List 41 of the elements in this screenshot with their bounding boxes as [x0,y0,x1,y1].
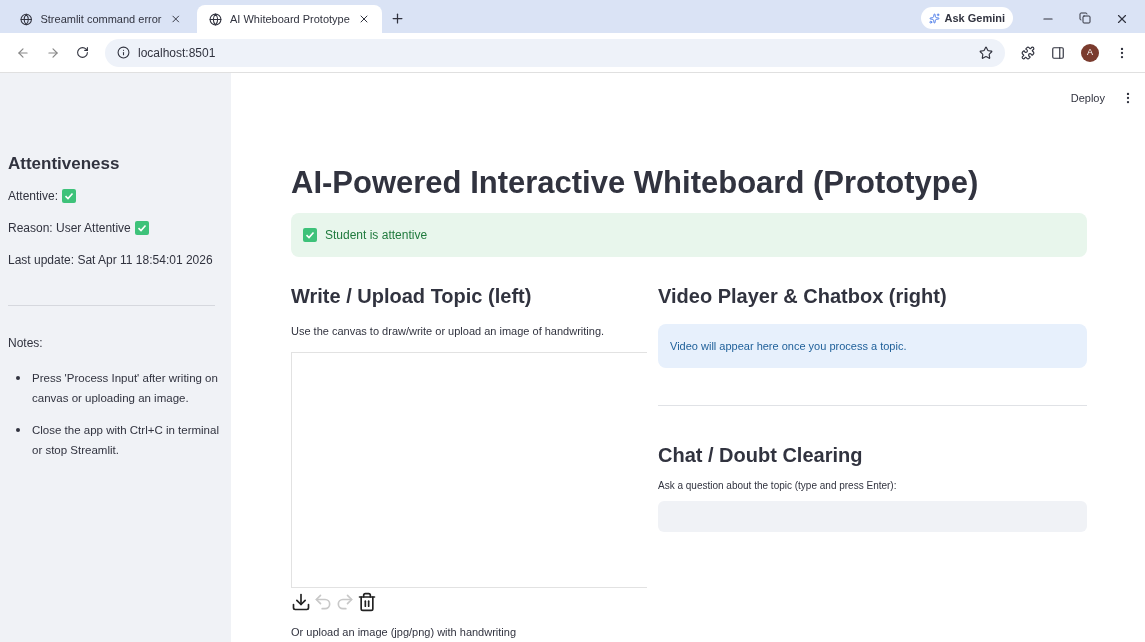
upload-label: Or upload an image (jpg/png) with handwriting [291,624,518,640]
browser-tab[interactable]: Streamlit command error [8,5,193,33]
favicon-icon [209,12,222,26]
alert-text: Student is attentive [325,227,428,244]
close-icon[interactable] [1115,12,1129,26]
trash-icon[interactable] [357,591,377,612]
forward-icon[interactable] [46,45,60,60]
note-text: Close the app with Ctrl+C in terminal or stop Streamlit. [32,422,220,458]
back-icon[interactable] [16,45,30,60]
note-text: Press 'Process Input' after writing on canvas or uploading an image. [32,370,219,406]
favicon-icon [20,12,33,26]
field-label: Ask a question about the topic (type and press Enter): [658,479,898,493]
gemini-button[interactable]: Ask Gemini [921,7,1013,29]
new-tab-icon[interactable] [390,11,405,26]
gemini-label: Ask Gemini [944,10,1005,26]
reload-icon[interactable] [76,46,89,59]
bullet-icon [16,375,20,380]
info-text: Video will appear here once you process a topic. [670,338,907,354]
address-bar[interactable]: localhost:8501 [105,38,1005,67]
tab-title: AI Whiteboard Prototype [230,11,350,27]
extensions-icon[interactable] [1021,45,1035,60]
section-heading: Write / Upload Topic (left) [291,284,533,309]
sparkle-icon [929,12,941,24]
status-label: Reason: User Attentive [8,219,131,237]
notes-label: Notes: [8,334,44,352]
close-icon[interactable] [358,13,370,25]
download-icon[interactable] [291,591,311,612]
status-label: Attentive: [8,187,59,205]
bullet-icon [16,427,20,432]
page-title: AI-Powered Interactive Whiteboard (Prototype) [291,165,980,201]
reading-list-icon[interactable] [1051,45,1065,60]
restore-icon[interactable] [1079,12,1091,24]
profile-avatar[interactable]: A [1081,43,1099,62]
section-heading: Chat / Doubt Clearing [658,443,864,468]
browser-tab[interactable]: AI Whiteboard Prototype [197,5,382,33]
deploy-button[interactable]: Deploy [1070,90,1105,107]
sidebar-title: Attentiveness [8,153,121,175]
tab-title: Streamlit command error [40,11,162,27]
last-update: Last update: Sat Apr 11 18:54:01 2026 [8,251,214,269]
caption: Use the canvas to draw/write or upload an image of handwriting. [291,324,606,339]
section-heading: Video Player & Chatbox (right) [658,284,948,309]
